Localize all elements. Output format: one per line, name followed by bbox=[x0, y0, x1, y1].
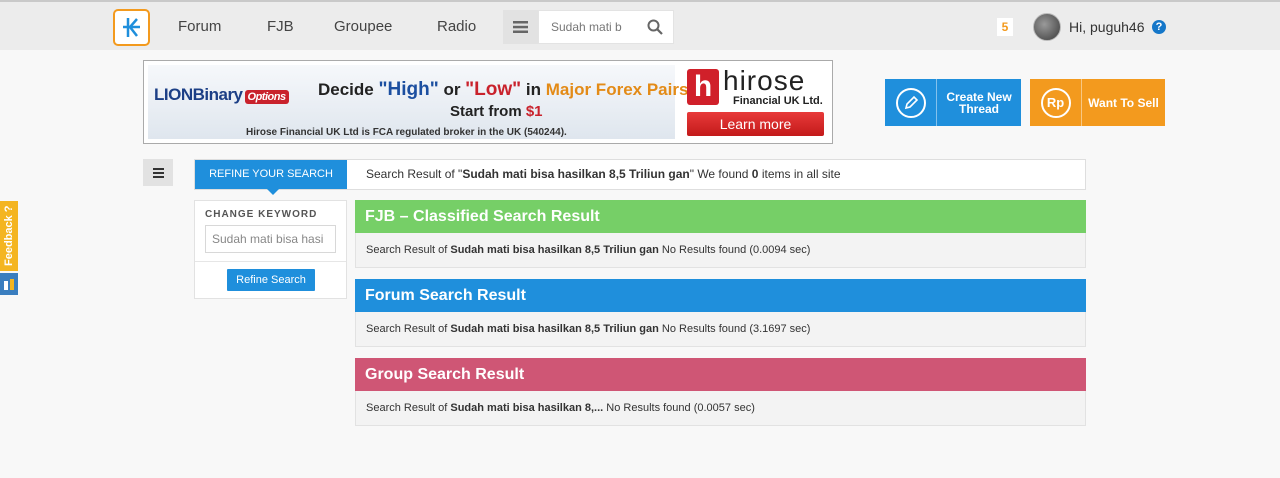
rupiah-icon: Rp bbox=[1040, 87, 1071, 118]
global-search-input[interactable] bbox=[551, 20, 651, 34]
group-section-body: Search Result of Sudah mati bisa hasilka… bbox=[355, 391, 1086, 426]
hirose-logo: h hirose Financial UK Ltd. bbox=[687, 65, 827, 107]
hirose-word: hirose bbox=[723, 65, 806, 96]
ad-headline-pre: Decide bbox=[318, 80, 379, 99]
ad-sub-dollar: $1 bbox=[525, 103, 543, 120]
hirose-sub: Financial UK Ltd. bbox=[733, 95, 823, 107]
summary-post: items in all site bbox=[758, 167, 841, 181]
fjb-section-title[interactable]: FJB – Classified Search Result bbox=[355, 200, 1086, 233]
people-glyph bbox=[4, 279, 14, 290]
sidebar-toggle-button[interactable] bbox=[143, 159, 173, 186]
logo-k-glyph bbox=[123, 18, 140, 37]
hamburger-menu-button[interactable] bbox=[503, 10, 538, 44]
nav-fjb[interactable]: FJB bbox=[267, 18, 294, 35]
ad-headline-in: in bbox=[521, 80, 546, 99]
banner-ad[interactable]: LIONBinary Options Decide "High" or "Low"… bbox=[143, 60, 833, 144]
nav-radio[interactable]: Radio bbox=[437, 18, 476, 35]
fjb-result-section: FJB – Classified Search Result Search Re… bbox=[355, 200, 1086, 268]
refine-your-search-tab[interactable]: REFINE YOUR SEARCH bbox=[195, 160, 347, 195]
forum-section-title[interactable]: Forum Search Result bbox=[355, 279, 1086, 312]
pencil-icon bbox=[895, 87, 926, 118]
fjb-pre: Search Result of bbox=[366, 244, 451, 256]
create-thread-label: Create New Thread bbox=[946, 89, 1012, 116]
nav-groupee[interactable]: Groupee bbox=[334, 18, 392, 35]
summary-mid: " We found bbox=[689, 167, 752, 181]
lion-binary-ad[interactable]: LIONBinary Options Decide "High" or "Low"… bbox=[148, 65, 688, 139]
change-keyword-label: CHANGE KEYWORD bbox=[205, 209, 318, 220]
feedback-people-icon[interactable] bbox=[0, 273, 18, 295]
ad-sub-pre: Start from bbox=[450, 103, 526, 120]
lion-brand-text: LIONBinary bbox=[154, 85, 243, 104]
ad-headline-major: Major Forex Pairs bbox=[545, 80, 689, 99]
learn-more-button[interactable]: Learn more bbox=[687, 112, 824, 136]
ad-subline: Start from $1 bbox=[450, 103, 543, 120]
help-icon[interactable]: ? bbox=[1152, 20, 1166, 34]
user-greeting[interactable]: Hi, puguh46 bbox=[1069, 19, 1145, 35]
list-icon bbox=[152, 167, 164, 178]
ad-footnote: Hirose Financial UK Ltd is FCA regulated… bbox=[246, 127, 567, 138]
global-search-box bbox=[538, 10, 674, 44]
forum-post: No Results found (3.1697 sec) bbox=[658, 323, 811, 335]
group-post: No Results found (0.0057 sec) bbox=[603, 402, 755, 414]
kaskus-logo-icon[interactable] bbox=[113, 9, 150, 46]
forum-query: Sudah mati bisa hasilkan 8,5 Triliun gan bbox=[450, 323, 659, 335]
keyword-input[interactable] bbox=[205, 225, 336, 253]
group-query: Sudah mati bisa hasilkan 8,... bbox=[450, 402, 604, 414]
search-result-summary: Search Result of "Sudah mati bisa hasilk… bbox=[366, 167, 841, 181]
create-thread-icon-wrap bbox=[885, 79, 937, 126]
fjb-section-body: Search Result of Sudah mati bisa hasilka… bbox=[355, 233, 1086, 268]
ad-headline-low: "Low" bbox=[465, 79, 522, 100]
group-pre: Search Result of bbox=[366, 402, 451, 414]
search-icon[interactable] bbox=[647, 19, 663, 35]
forum-section-body: Search Result of Sudah mati bisa hasilka… bbox=[355, 312, 1086, 347]
nav-forum[interactable]: Forum bbox=[178, 18, 221, 35]
forum-pre: Search Result of bbox=[366, 323, 451, 335]
fjb-post: No Results found (0.0094 sec) bbox=[658, 244, 811, 256]
lion-brand-tag: Options bbox=[244, 90, 289, 104]
forum-result-section: Forum Search Result Search Result of Sud… bbox=[355, 279, 1086, 347]
top-navbar: Forum FJB Groupee Radio 5 Hi, puguh46 ? bbox=[0, 0, 1280, 50]
ad-headline: Decide "High" or "Low" in Major Forex Pa… bbox=[318, 79, 688, 101]
summary-pre: Search Result of " bbox=[366, 167, 463, 181]
ad-headline-or: or bbox=[438, 80, 466, 99]
fjb-query: Sudah mati bisa hasilkan 8,5 Triliun gan bbox=[450, 244, 659, 256]
panel-divider bbox=[195, 261, 346, 262]
create-thread-button[interactable]: Create New Thread bbox=[885, 79, 1021, 126]
refine-search-button[interactable]: Refine Search bbox=[227, 269, 315, 291]
want-to-sell-label: Want To Sell bbox=[1088, 95, 1159, 110]
notification-badge[interactable]: 5 bbox=[997, 18, 1013, 36]
group-result-section: Group Search Result Search Result of Sud… bbox=[355, 358, 1086, 426]
hirose-h-icon: h bbox=[687, 69, 719, 105]
search-result-header: REFINE YOUR SEARCH Search Result of "Sud… bbox=[194, 159, 1086, 195]
sell-icon-wrap: Rp bbox=[1030, 79, 1082, 126]
ad-headline-high: "High" bbox=[378, 79, 439, 100]
want-to-sell-button[interactable]: Rp Want To Sell bbox=[1030, 79, 1165, 126]
feedback-tab[interactable]: Feedback ? bbox=[0, 201, 18, 271]
hamburger-icon bbox=[513, 21, 528, 33]
refine-panel: CHANGE KEYWORD Refine Search bbox=[194, 200, 347, 299]
lion-binary-logo: LIONBinary Options bbox=[154, 85, 289, 105]
summary-query: Sudah mati bisa hasilkan 8,5 Triliun gan bbox=[462, 167, 690, 181]
group-section-title[interactable]: Group Search Result bbox=[355, 358, 1086, 391]
user-avatar[interactable] bbox=[1033, 13, 1061, 41]
pencil-glyph bbox=[904, 95, 918, 109]
